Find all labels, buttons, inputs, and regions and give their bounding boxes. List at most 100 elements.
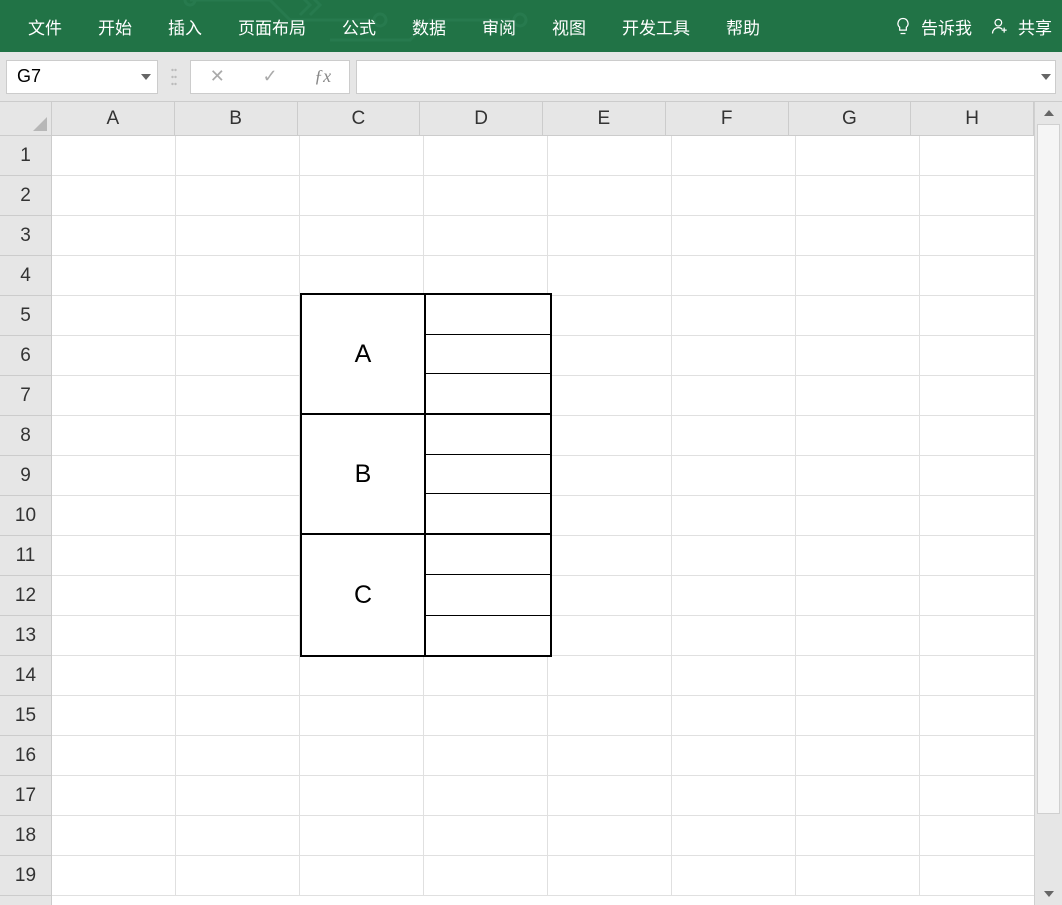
row-header[interactable]: 8 <box>0 416 51 456</box>
cell[interactable] <box>548 696 672 736</box>
column-header[interactable]: A <box>52 102 175 136</box>
resize-grip-icon[interactable] <box>164 60 184 94</box>
table-subcell[interactable] <box>426 455 550 495</box>
cell[interactable] <box>176 136 300 176</box>
cell[interactable] <box>548 336 672 376</box>
cell[interactable] <box>920 816 1044 856</box>
cell[interactable] <box>424 736 548 776</box>
cell[interactable] <box>424 816 548 856</box>
cell[interactable] <box>672 296 796 336</box>
row-header[interactable]: 7 <box>0 376 51 416</box>
cell[interactable] <box>176 256 300 296</box>
ribbon-tab-8[interactable]: 开发工具 <box>604 0 708 52</box>
cell[interactable] <box>672 216 796 256</box>
cell[interactable] <box>548 616 672 656</box>
column-header[interactable]: F <box>666 102 789 136</box>
column-header[interactable]: E <box>543 102 666 136</box>
cell[interactable] <box>176 296 300 336</box>
scroll-down-icon[interactable] <box>1035 883 1062 905</box>
cell[interactable] <box>424 856 548 896</box>
row-header[interactable]: 6 <box>0 336 51 376</box>
cell[interactable] <box>920 416 1044 456</box>
cell[interactable] <box>176 496 300 536</box>
cell[interactable] <box>52 736 176 776</box>
cell[interactable] <box>176 616 300 656</box>
table-subcell[interactable] <box>426 575 550 615</box>
cell[interactable] <box>176 456 300 496</box>
cell[interactable] <box>300 736 424 776</box>
cell[interactable] <box>176 816 300 856</box>
table-subcell[interactable] <box>426 335 550 375</box>
row-header[interactable]: 13 <box>0 616 51 656</box>
ribbon-tab-7[interactable]: 视图 <box>534 0 604 52</box>
cell[interactable] <box>424 136 548 176</box>
cell[interactable] <box>920 616 1044 656</box>
cell[interactable] <box>52 336 176 376</box>
cell[interactable] <box>52 576 176 616</box>
row-header[interactable]: 3 <box>0 216 51 256</box>
column-header[interactable]: D <box>420 102 543 136</box>
cell[interactable] <box>424 176 548 216</box>
cell[interactable] <box>176 736 300 776</box>
cell[interactable] <box>548 376 672 416</box>
table-subcell[interactable] <box>426 374 550 413</box>
cell[interactable] <box>796 416 920 456</box>
cell[interactable] <box>920 336 1044 376</box>
cell[interactable] <box>548 256 672 296</box>
cell[interactable] <box>52 696 176 736</box>
cell[interactable] <box>176 576 300 616</box>
cell[interactable] <box>920 576 1044 616</box>
cell[interactable] <box>796 216 920 256</box>
cell[interactable] <box>424 776 548 816</box>
cell[interactable] <box>548 776 672 816</box>
cell[interactable] <box>424 696 548 736</box>
row-header[interactable]: 17 <box>0 776 51 816</box>
scroll-up-icon[interactable] <box>1035 102 1062 124</box>
cell[interactable] <box>300 776 424 816</box>
cell[interactable] <box>796 176 920 216</box>
cell[interactable] <box>796 656 920 696</box>
row-header[interactable]: 18 <box>0 816 51 856</box>
cell[interactable] <box>52 856 176 896</box>
cell[interactable] <box>796 536 920 576</box>
cell[interactable] <box>672 656 796 696</box>
cell[interactable] <box>548 736 672 776</box>
cell[interactable] <box>548 416 672 456</box>
ribbon-tab-4[interactable]: 公式 <box>324 0 394 52</box>
cell[interactable] <box>176 536 300 576</box>
cell[interactable] <box>672 336 796 376</box>
ribbon-tab-1[interactable]: 开始 <box>80 0 150 52</box>
cell[interactable] <box>796 256 920 296</box>
cell[interactable] <box>300 136 424 176</box>
cell[interactable] <box>548 296 672 336</box>
cell[interactable] <box>672 536 796 576</box>
row-header[interactable]: 19 <box>0 856 51 896</box>
cell[interactable] <box>176 376 300 416</box>
table-subcell[interactable] <box>426 415 550 455</box>
cell[interactable] <box>52 256 176 296</box>
cell[interactable] <box>920 496 1044 536</box>
cell[interactable] <box>920 856 1044 896</box>
cell[interactable] <box>796 856 920 896</box>
cell[interactable] <box>796 576 920 616</box>
cell[interactable] <box>672 136 796 176</box>
cell[interactable] <box>52 496 176 536</box>
cell[interactable] <box>672 616 796 656</box>
cell[interactable] <box>548 216 672 256</box>
cell[interactable] <box>796 136 920 176</box>
row-header[interactable]: 4 <box>0 256 51 296</box>
ribbon-tab-3[interactable]: 页面布局 <box>220 0 324 52</box>
cell[interactable] <box>300 816 424 856</box>
formula-expand-icon[interactable] <box>1041 74 1051 80</box>
cell[interactable] <box>300 656 424 696</box>
cell[interactable] <box>52 296 176 336</box>
vertical-scrollbar[interactable] <box>1034 102 1062 905</box>
cell[interactable] <box>672 736 796 776</box>
ribbon-tab-2[interactable]: 插入 <box>150 0 220 52</box>
cell[interactable] <box>52 176 176 216</box>
cell[interactable] <box>548 856 672 896</box>
cell[interactable] <box>796 376 920 416</box>
cell[interactable] <box>548 136 672 176</box>
cell[interactable] <box>176 856 300 896</box>
cell[interactable] <box>920 456 1044 496</box>
